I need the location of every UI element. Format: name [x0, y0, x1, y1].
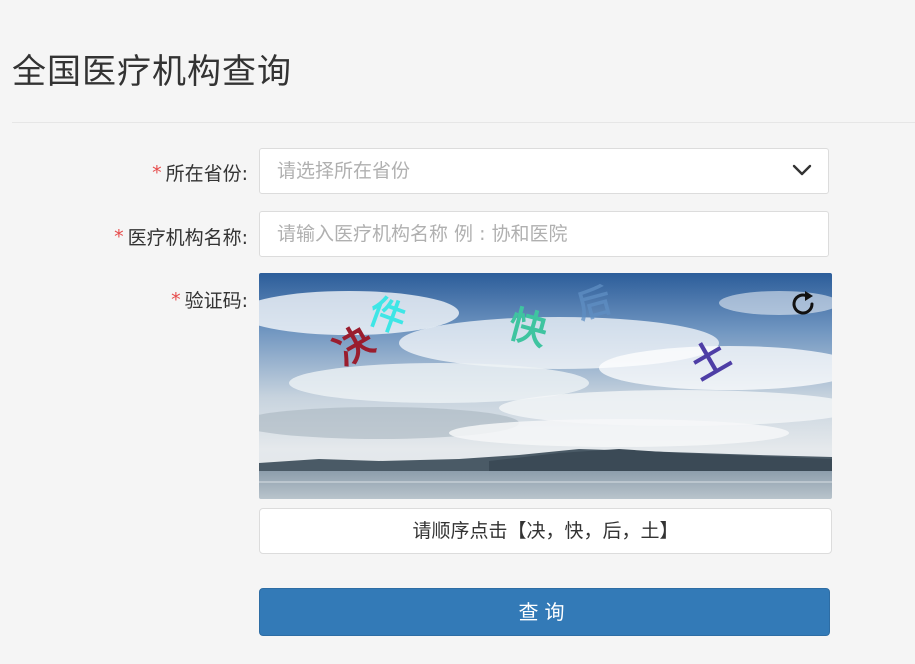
required-mark: *	[171, 288, 181, 311]
captcha-hint: 请顺序点击【决，快，后，土】	[259, 508, 832, 554]
province-placeholder: 请选择所在省份	[277, 160, 411, 182]
institution-label-row: * 医疗机构名称:	[114, 223, 248, 250]
captcha-background	[259, 273, 832, 499]
institution-placeholder: 请输入医疗机构名称 例 : 协和医院	[277, 223, 568, 245]
province-label-row: * 所在省份:	[152, 159, 248, 186]
captcha-label: 验证码:	[184, 290, 248, 312]
captcha-label-row: * 验证码:	[171, 286, 248, 313]
title-divider	[12, 122, 915, 123]
required-mark: *	[114, 225, 124, 248]
page-title: 全国医疗机构查询	[12, 52, 292, 92]
captcha-image[interactable]: 决 件 快 后 土	[259, 273, 832, 499]
chevron-down-icon	[792, 164, 812, 176]
refresh-icon[interactable]	[788, 289, 818, 319]
required-mark: *	[152, 161, 162, 184]
institution-input[interactable]: 请输入医疗机构名称 例 : 协和医院	[259, 211, 829, 257]
province-label: 所在省份:	[165, 163, 248, 185]
search-button[interactable]: 查询	[259, 588, 830, 636]
institution-label: 医疗机构名称:	[127, 227, 248, 249]
province-select[interactable]: 请选择所在省份	[259, 148, 829, 194]
